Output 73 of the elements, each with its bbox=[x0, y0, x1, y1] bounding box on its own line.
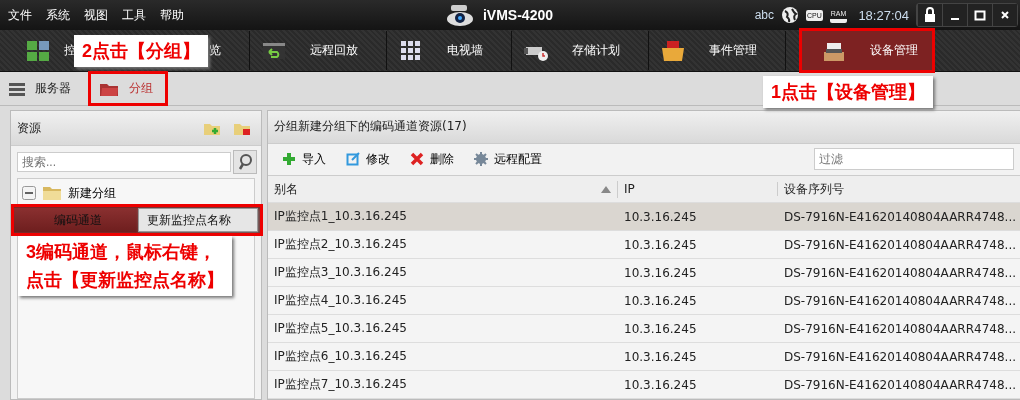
annotation-text: 点击【更新监控点名称】 bbox=[26, 269, 224, 292]
table-cell-text: IP监控点2_10.3.16.245 bbox=[273, 236, 408, 253]
annotation-text: 3编码通道，鼠标右键， bbox=[26, 241, 217, 264]
view-tab[interactable]: 服务器 bbox=[5, 76, 79, 101]
table-cell-text: DS-7916N-E41620140804AARR4748... bbox=[783, 237, 1017, 252]
close-icon[interactable] bbox=[992, 4, 1017, 26]
server-icon bbox=[9, 81, 25, 96]
delete-icon bbox=[410, 152, 424, 167]
menu-item[interactable]: 文件 bbox=[8, 6, 32, 24]
table-cell-text: DS-7916N-E41620140804AARR4748... bbox=[783, 377, 1017, 392]
search-icon[interactable] bbox=[233, 150, 257, 174]
table-cell-text: IP监控点3_10.3.16.245 bbox=[273, 264, 408, 281]
gear-icon bbox=[474, 152, 488, 167]
table-cell-text: 10.3.16.245 bbox=[623, 377, 698, 392]
view-tab[interactable]: 分组 bbox=[91, 74, 165, 103]
table-cell-text: DS-7916N-E41620140804AARR4748... bbox=[783, 321, 1017, 336]
folder-icon bbox=[42, 185, 62, 201]
column-header[interactable]: IP bbox=[618, 182, 778, 196]
menu-item[interactable]: 帮助 bbox=[160, 6, 184, 24]
maximize-icon[interactable] bbox=[967, 4, 992, 26]
menu-item[interactable]: 视图 bbox=[84, 6, 108, 24]
grid-icon bbox=[26, 39, 50, 62]
panel-title: 分组新建分组下的编码通道资源(17) bbox=[274, 118, 468, 136]
table-cell-text: 10.3.16.245 bbox=[623, 293, 698, 308]
tab-label: 览 bbox=[209, 42, 221, 59]
annotation-text: 2点击【分组】 bbox=[82, 40, 200, 63]
table-cell-text: 10.3.16.245 bbox=[623, 209, 698, 224]
toolbar-button[interactable]: 修改 bbox=[346, 150, 390, 168]
table-row[interactable]: IP监控点1_10.3.16.245 10.3.16.245 DS-7916N-E41620140804AARR4748... bbox=[268, 203, 1020, 231]
table-cell-text: 10.3.16.245 bbox=[623, 321, 698, 336]
module-tab[interactable]: 电视墙 bbox=[387, 31, 512, 70]
context-menu-item[interactable]: 更新监控点名称 bbox=[139, 211, 239, 229]
menu-item[interactable]: 系统 bbox=[46, 6, 70, 24]
globe-icon bbox=[781, 6, 800, 24]
collapse-icon[interactable] bbox=[22, 186, 36, 200]
toolbar-button[interactable]: 导入 bbox=[282, 150, 326, 168]
table-cell-text: IP监控点6_10.3.16.245 bbox=[273, 348, 408, 365]
table-cell-text: IP监控点7_10.3.16.245 bbox=[273, 376, 408, 393]
add-icon bbox=[282, 152, 296, 167]
minimize-icon[interactable] bbox=[942, 4, 967, 26]
lock-icon[interactable] bbox=[917, 4, 942, 26]
toolbar-button[interactable]: 删除 bbox=[410, 150, 454, 168]
table-cell-text: DS-7916N-E41620140804AARR4748... bbox=[783, 265, 1017, 280]
input-mode-indicator: abc bbox=[754, 8, 775, 22]
camera-icon bbox=[444, 3, 475, 27]
search-field[interactable]: 搜索... bbox=[17, 152, 231, 172]
table-cell-text: IP监控点1_10.3.16.245 bbox=[273, 208, 408, 225]
sort-icon bbox=[601, 185, 611, 193]
module-tab[interactable]: 设备管理 bbox=[802, 31, 932, 70]
table-cell-text: IP监控点4_10.3.16.245 bbox=[273, 292, 408, 309]
tree-item[interactable]: 新建分组 bbox=[68, 185, 116, 201]
table-cell-text: 10.3.16.245 bbox=[623, 349, 698, 364]
module-tab[interactable]: 远程回放 bbox=[250, 31, 387, 70]
module-tab[interactable]: 事件管理 bbox=[649, 31, 786, 70]
table-cell-text: DS-7916N-E41620140804AARR4748... bbox=[783, 209, 1017, 224]
table-cell-text: DS-7916N-E41620140804AARR4748... bbox=[783, 293, 1017, 308]
table-cell-text: IP监控点5_10.3.16.245 bbox=[273, 320, 408, 337]
table-cell-text: 10.3.16.245 bbox=[623, 237, 698, 252]
column-header[interactable]: 别名 bbox=[268, 180, 618, 198]
column-header[interactable]: 设备序列号 bbox=[778, 180, 1020, 198]
panel-title: 资源 bbox=[17, 119, 42, 137]
filter-field[interactable]: 过滤 bbox=[814, 148, 1014, 171]
app-title: iVMS-4200 bbox=[482, 7, 553, 23]
menu-item[interactable]: 工具 bbox=[122, 6, 146, 24]
module-tab[interactable]: 存储计划 bbox=[512, 31, 649, 70]
annotation-text: 1点击【设备管理】 bbox=[771, 81, 925, 104]
folder-icon bbox=[661, 39, 685, 62]
grid-icon bbox=[399, 39, 423, 62]
table-cell-text: DS-7916N-E41620140804AARR4748... bbox=[783, 349, 1017, 364]
edit-icon bbox=[346, 152, 360, 167]
clock: 18:27:04 bbox=[858, 7, 909, 23]
toolbar-button[interactable]: 远程配置 bbox=[474, 150, 542, 168]
table-cell-text: 10.3.16.245 bbox=[623, 265, 698, 280]
